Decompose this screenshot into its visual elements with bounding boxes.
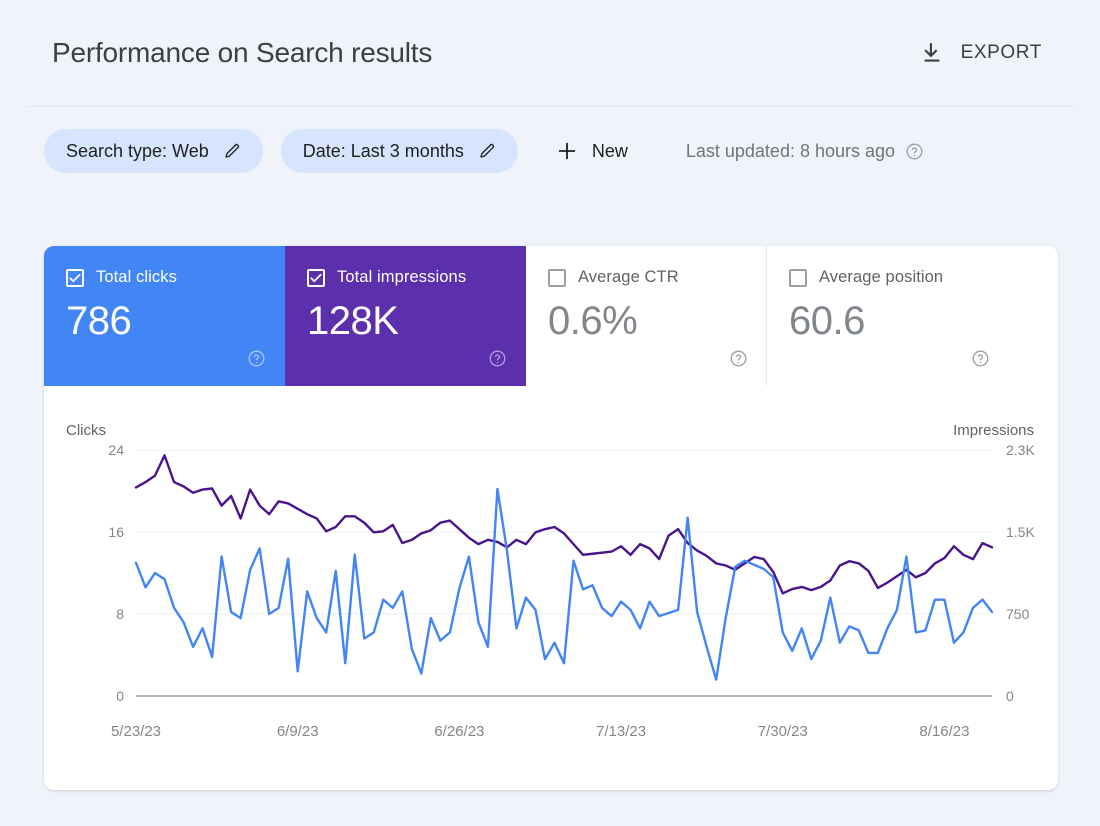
metric-tiles: Total clicks 786 Total impressions 128K … xyxy=(44,246,1058,386)
export-label: EXPORT xyxy=(960,42,1042,63)
svg-text:24: 24 xyxy=(108,442,124,458)
download-icon xyxy=(919,40,945,66)
filter-chip-date[interactable]: Date: Last 3 months xyxy=(280,129,518,173)
performance-page: Performance on Search results EXPORT Sea… xyxy=(0,0,1100,826)
metric-tile-average-ctr[interactable]: Average CTR 0.6% xyxy=(526,246,767,386)
last-updated: Last updated: 8 hours ago xyxy=(686,141,924,162)
svg-text:7/13/23: 7/13/23 xyxy=(596,723,646,740)
metric-tile-header: Total clicks xyxy=(66,268,264,287)
filter-bar: Search type: Web Date: Last 3 months New… xyxy=(44,128,924,174)
metric-label: Average CTR xyxy=(578,268,679,286)
last-updated-text: Last updated: 8 hours ago xyxy=(685,140,896,161)
metric-tile-header: Average CTR xyxy=(548,268,746,287)
help-circle-icon[interactable] xyxy=(971,349,990,368)
svg-text:1.5K: 1.5K xyxy=(1006,524,1035,540)
header-divider xyxy=(26,106,1074,107)
metric-tile-average-position[interactable]: Average position 60.6 xyxy=(767,246,1008,386)
checkbox-average-ctr[interactable] xyxy=(548,268,566,287)
export-button[interactable]: EXPORT xyxy=(915,34,1046,72)
svg-text:0: 0 xyxy=(116,688,124,704)
performance-card: Total clicks 786 Total impressions 128K … xyxy=(44,246,1058,790)
svg-text:8: 8 xyxy=(116,606,124,622)
plus-icon xyxy=(556,140,578,162)
metric-value: 60.6 xyxy=(789,299,865,343)
svg-text:8/16/23: 8/16/23 xyxy=(919,723,969,740)
new-filter-button[interactable]: New xyxy=(544,129,644,173)
pencil-icon xyxy=(223,142,241,160)
help-circle-icon[interactable] xyxy=(247,349,266,368)
svg-text:16: 16 xyxy=(108,524,124,540)
metric-label: Total impressions xyxy=(337,268,467,286)
svg-text:2.3K: 2.3K xyxy=(1006,442,1035,458)
filter-chip-search-type[interactable]: Search type: Web xyxy=(44,129,263,173)
metric-tile-total-clicks[interactable]: Total clicks 786 xyxy=(44,246,285,386)
page-header: Performance on Search results EXPORT xyxy=(0,0,1100,106)
metric-tile-header: Average position xyxy=(789,268,988,287)
metric-tile-header: Total impressions xyxy=(307,268,505,287)
chart-canvas: 0 0 8 750 16 1.5K 24 2.3K 5/23/23 6/9/23 6/26/23 7/… xyxy=(108,442,1035,740)
svg-text:7/30/23: 7/30/23 xyxy=(758,723,808,740)
performance-chart: Clicks Impressions 0 0 8 750 16 1.5K 24 2.3K 5/2… xyxy=(44,386,1058,790)
pencil-icon xyxy=(478,142,496,160)
metric-value: 0.6% xyxy=(548,299,638,343)
svg-text:6/9/23: 6/9/23 xyxy=(277,723,319,740)
metric-tile-total-impressions[interactable]: Total impressions 128K xyxy=(285,246,526,386)
svg-text:5/23/23: 5/23/23 xyxy=(111,723,161,740)
svg-text:0: 0 xyxy=(1006,688,1014,704)
metric-label: Average position xyxy=(819,268,944,286)
metric-value: 128K xyxy=(307,299,399,343)
svg-text:6/26/23: 6/26/23 xyxy=(434,723,484,740)
help-circle-icon[interactable] xyxy=(905,142,924,161)
svg-text:750: 750 xyxy=(1006,606,1030,622)
new-filter-label: New xyxy=(591,140,628,161)
metric-label: Total clicks xyxy=(96,268,177,286)
checkbox-total-clicks[interactable] xyxy=(66,268,84,287)
filter-chip-label: Search type: Web xyxy=(66,140,209,161)
filter-chip-label: Date: Last 3 months xyxy=(302,140,464,161)
help-circle-icon[interactable] xyxy=(488,349,507,368)
checkbox-average-position[interactable] xyxy=(789,268,807,287)
metric-value: 786 xyxy=(66,299,132,343)
checkbox-total-impressions[interactable] xyxy=(307,268,325,287)
help-circle-icon[interactable] xyxy=(729,349,748,368)
page-title: Performance on Search results xyxy=(52,37,433,68)
